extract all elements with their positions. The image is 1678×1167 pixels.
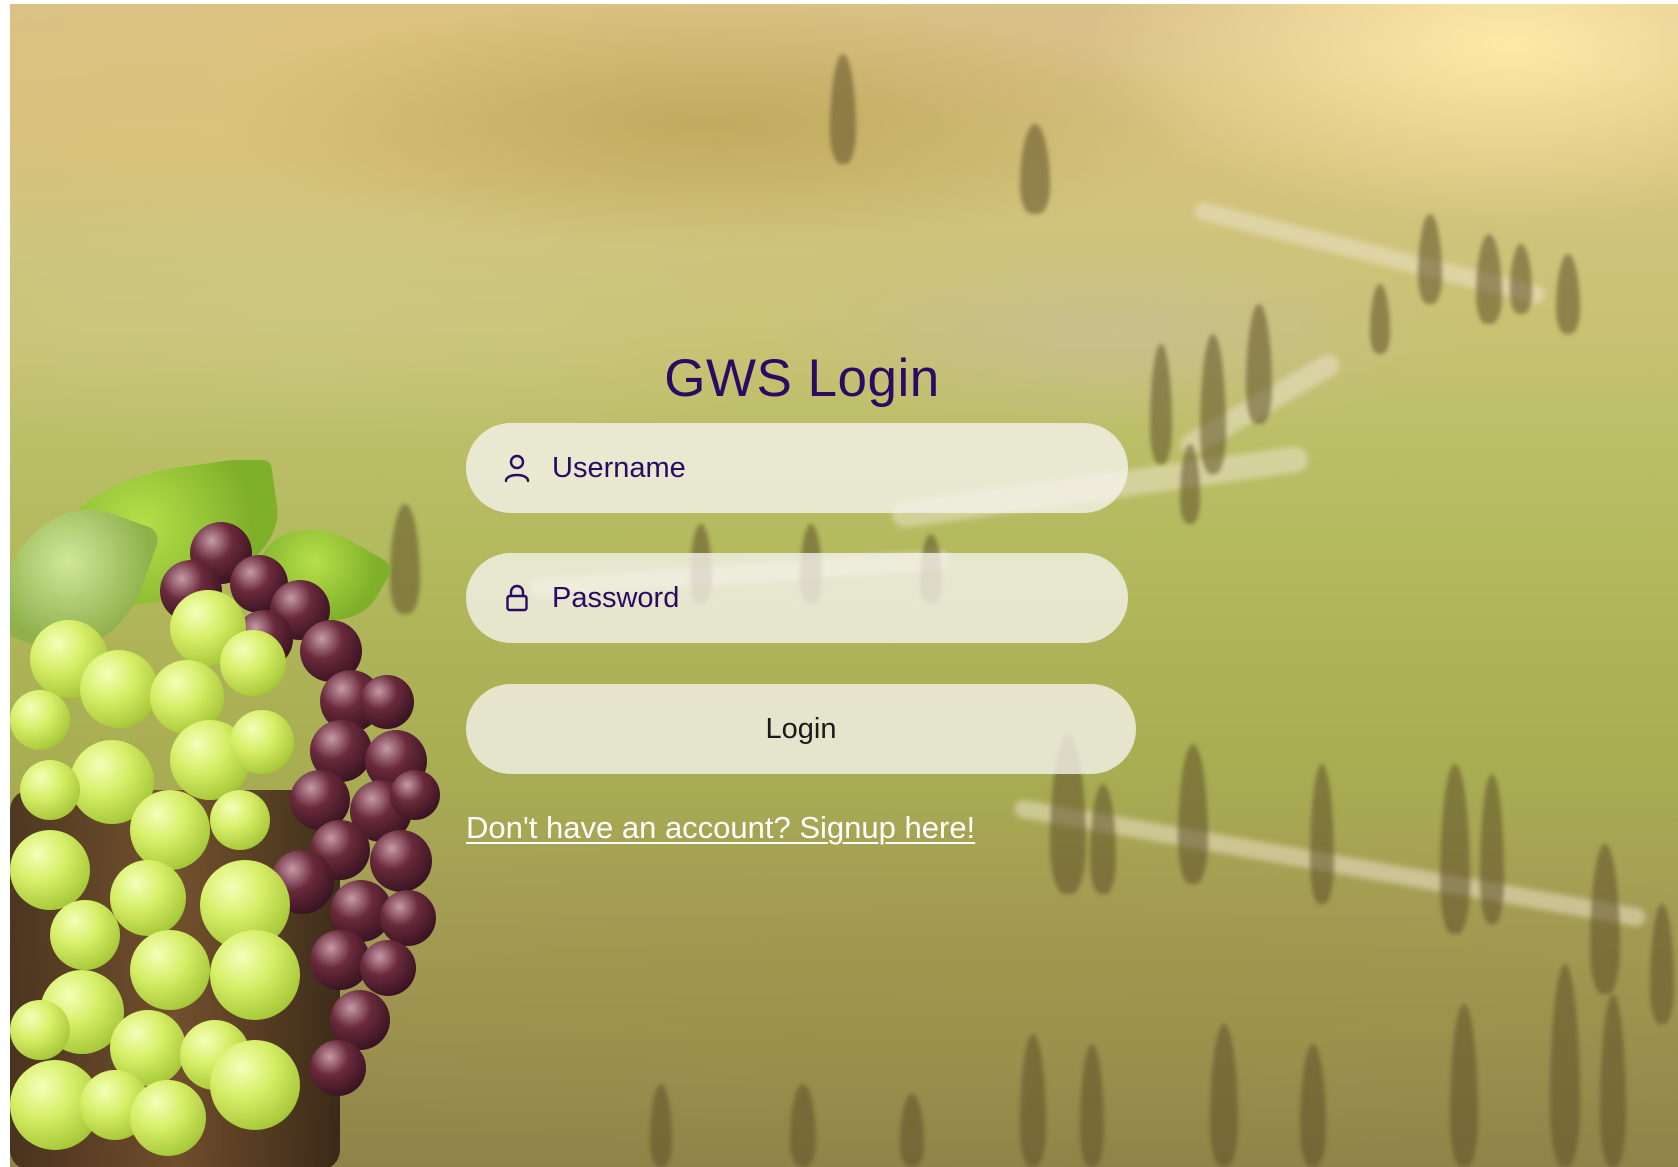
username-field[interactable]: Username: [466, 423, 1128, 513]
signup-link[interactable]: Don't have an account? Signup here!: [466, 810, 975, 846]
login-button[interactable]: Login: [466, 684, 1136, 774]
lock-icon: [502, 581, 532, 615]
password-placeholder: Password: [552, 581, 680, 614]
grapes-image: [10, 460, 450, 1167]
password-field[interactable]: Password: [466, 553, 1128, 643]
login-page: GWS Login Username Password Login Don't …: [0, 0, 1678, 1167]
page-title: GWS Login: [664, 348, 940, 408]
user-icon: [502, 451, 532, 485]
username-placeholder: Username: [552, 451, 686, 484]
